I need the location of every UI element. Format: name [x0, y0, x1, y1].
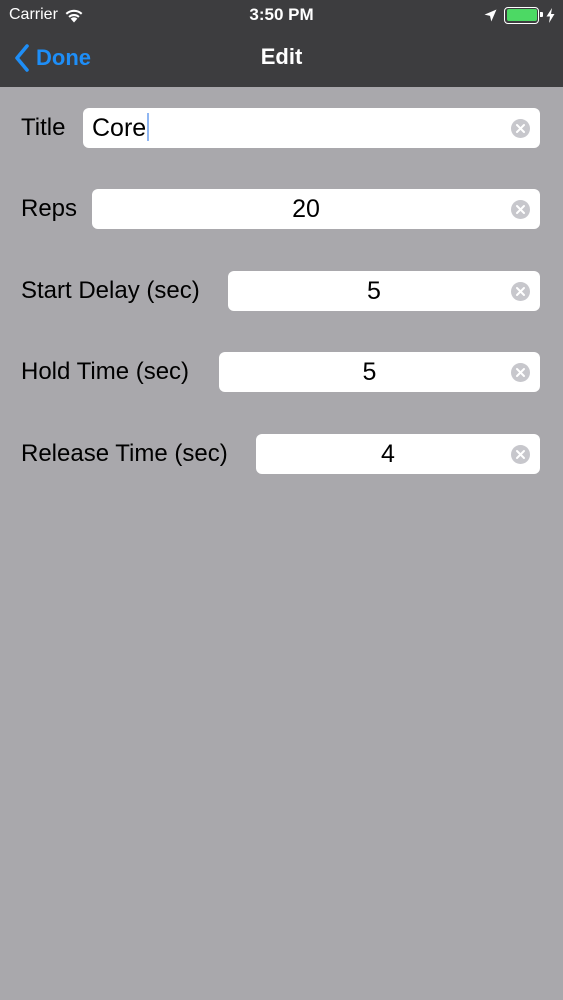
- charging-bolt-icon: [546, 7, 555, 23]
- release-time-clear-button[interactable]: [500, 434, 540, 474]
- battery-cap: [540, 12, 543, 17]
- battery-fill: [506, 9, 537, 21]
- clear-icon: [510, 281, 530, 301]
- nav-title: Edit: [260, 44, 303, 69]
- release-time-field[interactable]: 4: [256, 434, 540, 474]
- start-delay-clear-button[interactable]: [500, 271, 540, 311]
- hold-time-label: Hold Time (sec): [21, 358, 190, 385]
- clear-icon: [510, 118, 530, 138]
- title-clear-button[interactable]: [500, 108, 540, 148]
- hold-time-field-value: 5: [362, 358, 377, 386]
- form-row-hold-time: Hold Time (sec) 5: [21, 352, 540, 392]
- reps-field[interactable]: 20: [92, 189, 540, 229]
- form-row-title: Title Core: [21, 108, 540, 148]
- release-time-field-value: 4: [381, 440, 395, 468]
- hold-time-clear-button[interactable]: [500, 352, 540, 392]
- form-row-start-delay: Start Delay (sec) 5: [21, 271, 540, 311]
- text-cursor: [147, 113, 150, 142]
- battery-icon: [504, 6, 543, 24]
- reps-field-value: 20: [292, 195, 320, 223]
- clear-icon: [510, 199, 530, 219]
- title-label: Title: [21, 114, 66, 141]
- form-row-release-time: Release Time (sec) 4: [21, 434, 540, 474]
- start-delay-label: Start Delay (sec): [21, 277, 200, 304]
- title-field-value: Core: [83, 108, 500, 148]
- status-bar: Carrier 3:50 PM: [0, 0, 563, 30]
- reps-label: Reps: [21, 195, 78, 222]
- start-delay-field-value: 5: [367, 277, 381, 305]
- location-arrow-icon: [484, 9, 497, 21]
- navigation-bar: Done Edit: [0, 30, 563, 87]
- release-time-label: Release Time (sec): [21, 440, 228, 467]
- title-field[interactable]: Core: [83, 108, 540, 148]
- status-right-group: [484, 5, 555, 25]
- reps-clear-button[interactable]: [500, 189, 540, 229]
- hold-time-field[interactable]: 5: [219, 352, 540, 392]
- clear-icon: [510, 444, 530, 464]
- clear-icon: [510, 362, 530, 382]
- form-row-reps: Reps 20: [21, 189, 540, 229]
- start-delay-field[interactable]: 5: [228, 271, 540, 311]
- status-time: 3:50 PM: [249, 5, 314, 24]
